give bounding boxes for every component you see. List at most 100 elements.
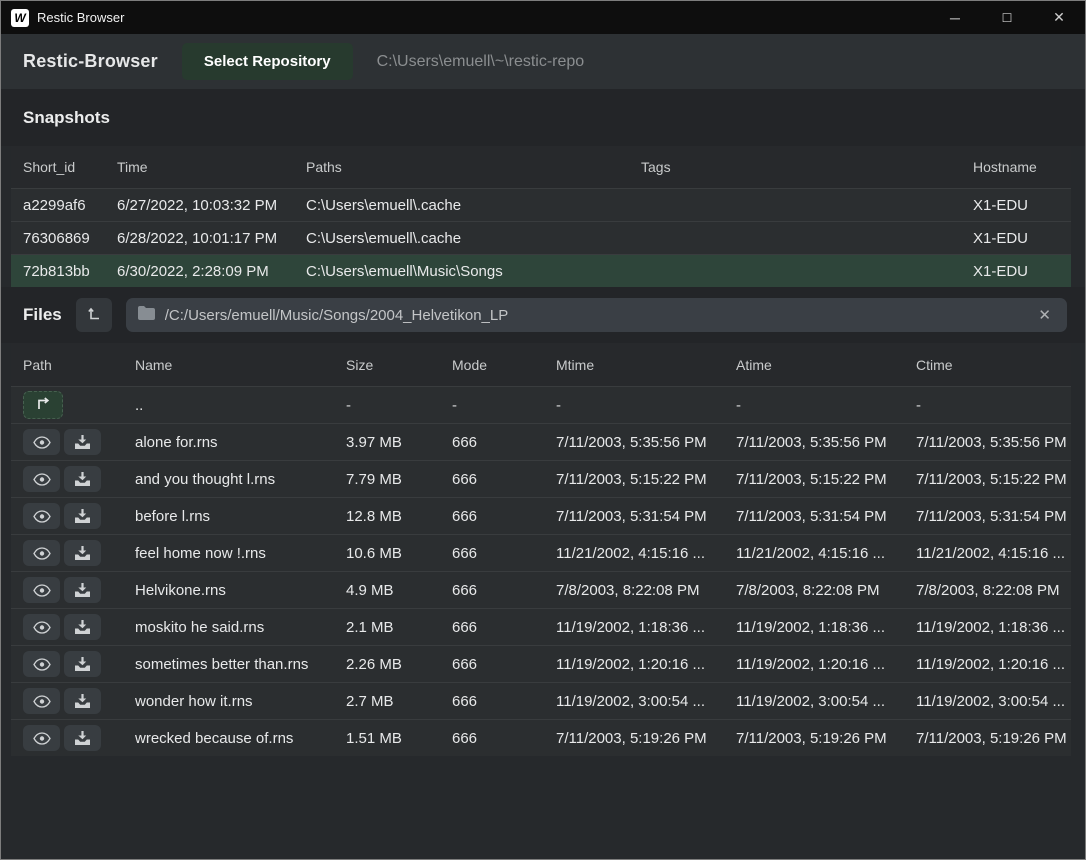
parent-directory-row: .. - - - - - (11, 386, 1071, 423)
window-controls: ─ ☐ ✕ (929, 1, 1085, 34)
snapshot-time: 6/30/2022, 2:28:09 PM (105, 263, 294, 280)
preview-file-button[interactable] (23, 466, 60, 492)
download-file-button[interactable] (64, 651, 101, 677)
file-ctime: - (904, 397, 1071, 414)
file-ctime: 7/11/2003, 5:35:56 PM (904, 434, 1071, 451)
file-name: wrecked because of.rns (123, 730, 334, 747)
minimize-button[interactable]: ─ (929, 1, 981, 34)
snapshot-hostname: X1-EDU (961, 197, 1071, 214)
empty-area (1, 756, 1085, 859)
clear-path-button[interactable]: ✕ (1034, 304, 1055, 326)
snapshot-paths: C:\Users\emuell\Music\Songs (294, 263, 629, 280)
download-icon (75, 620, 90, 634)
snapshot-short-id: 72b813bb (11, 263, 105, 280)
file-size: 3.97 MB (334, 434, 440, 451)
file-mode: 666 (440, 730, 544, 747)
files-path-input[interactable]: /C:/Users/emuell/Music/Songs/2004_Helvet… (126, 298, 1067, 332)
snapshot-paths: C:\Users\emuell\.cache (294, 230, 629, 247)
file-atime: - (724, 397, 904, 414)
close-button[interactable]: ✕ (1033, 1, 1085, 34)
snapshot-hostname: X1-EDU (961, 230, 1071, 247)
file-ctime: 7/11/2003, 5:15:22 PM (904, 471, 1071, 488)
file-mode: 666 (440, 508, 544, 525)
download-file-button[interactable] (64, 540, 101, 566)
eye-icon (33, 695, 51, 708)
file-row: sometimes better than.rns 2.26 MB 666 11… (11, 645, 1071, 682)
file-name: Helvikone.rns (123, 582, 334, 599)
column-paths: Paths (294, 159, 629, 175)
download-file-button[interactable] (64, 503, 101, 529)
column-ctime: Ctime (904, 357, 1071, 373)
file-atime: 11/19/2002, 1:18:36 ... (724, 619, 904, 636)
file-row: wrecked because of.rns 1.51 MB 666 7/11/… (11, 719, 1071, 756)
file-mtime: 7/11/2003, 5:19:26 PM (544, 730, 724, 747)
file-size: 2.1 MB (334, 619, 440, 636)
download-file-button[interactable] (64, 614, 101, 640)
file-ctime: 7/8/2003, 8:22:08 PM (904, 582, 1071, 599)
download-file-button[interactable] (64, 688, 101, 714)
file-size: 2.7 MB (334, 693, 440, 710)
go-to-root-button[interactable] (76, 298, 112, 332)
snapshot-row[interactable]: a2299af6 6/27/2022, 10:03:32 PM C:\Users… (11, 188, 1071, 221)
download-icon (75, 509, 90, 523)
column-mtime: Mtime (544, 357, 724, 373)
eye-icon (33, 547, 51, 560)
file-row: Helvikone.rns 4.9 MB 666 7/8/2003, 8:22:… (11, 571, 1071, 608)
file-atime: 7/8/2003, 8:22:08 PM (724, 582, 904, 599)
snapshot-row[interactable]: 76306869 6/28/2022, 10:01:17 PM C:\Users… (11, 221, 1071, 254)
download-icon (75, 435, 90, 449)
app-logo-icon: W (11, 9, 29, 27)
file-mode: - (440, 397, 544, 414)
file-mode: 666 (440, 471, 544, 488)
download-file-button[interactable] (64, 577, 101, 603)
file-mtime: 7/11/2003, 5:35:56 PM (544, 434, 724, 451)
maximize-button[interactable]: ☐ (981, 1, 1033, 34)
file-atime: 7/11/2003, 5:19:26 PM (724, 730, 904, 747)
file-atime: 11/19/2002, 3:00:54 ... (724, 693, 904, 710)
file-name: alone for.rns (123, 434, 334, 451)
file-mtime: 7/8/2003, 8:22:08 PM (544, 582, 724, 599)
file-name: .. (123, 397, 334, 414)
up-directory-button[interactable] (23, 391, 63, 419)
file-size: 1.51 MB (334, 730, 440, 747)
preview-file-button[interactable] (23, 651, 60, 677)
eye-icon (33, 436, 51, 449)
snapshot-row[interactable]: 72b813bb 6/30/2022, 2:28:09 PM C:\Users\… (11, 254, 1071, 287)
file-name: and you thought l.rns (123, 471, 334, 488)
file-mtime: 7/11/2003, 5:15:22 PM (544, 471, 724, 488)
column-hostname: Hostname (961, 159, 1071, 175)
preview-file-button[interactable] (23, 503, 60, 529)
preview-file-button[interactable] (23, 614, 60, 640)
column-time: Time (105, 159, 294, 175)
select-repository-button[interactable]: Select Repository (182, 43, 353, 80)
files-table: Path Name Size Mode Mtime Atime Ctime (11, 343, 1071, 756)
titlebar: W Restic Browser ─ ☐ ✕ (1, 1, 1085, 34)
file-row: wonder how it.rns 2.7 MB 666 11/19/2002,… (11, 682, 1071, 719)
file-mode: 666 (440, 582, 544, 599)
download-file-button[interactable] (64, 466, 101, 492)
preview-file-button[interactable] (23, 577, 60, 603)
preview-file-button[interactable] (23, 688, 60, 714)
file-size: 12.8 MB (334, 508, 440, 525)
app-title: Restic-Browser (23, 51, 158, 72)
column-path: Path (11, 357, 123, 373)
download-file-button[interactable] (64, 429, 101, 455)
file-ctime: 11/21/2002, 4:15:16 ... (904, 545, 1071, 562)
file-name: before l.rns (123, 508, 334, 525)
file-size: - (334, 397, 440, 414)
file-ctime: 7/11/2003, 5:19:26 PM (904, 730, 1071, 747)
file-mode: 666 (440, 545, 544, 562)
file-size: 2.26 MB (334, 656, 440, 673)
file-atime: 11/21/2002, 4:15:16 ... (724, 545, 904, 562)
app-header: Restic-Browser Select Repository C:\User… (1, 34, 1085, 89)
download-icon (75, 657, 90, 671)
preview-file-button[interactable] (23, 429, 60, 455)
preview-file-button[interactable] (23, 725, 60, 751)
snapshot-time: 6/28/2022, 10:01:17 PM (105, 230, 294, 247)
file-atime: 7/11/2003, 5:35:56 PM (724, 434, 904, 451)
download-file-button[interactable] (64, 725, 101, 751)
preview-file-button[interactable] (23, 540, 60, 566)
eye-icon (33, 621, 51, 634)
files-path-value: /C:/Users/emuell/Music/Songs/2004_Helvet… (165, 307, 1025, 324)
file-size: 4.9 MB (334, 582, 440, 599)
